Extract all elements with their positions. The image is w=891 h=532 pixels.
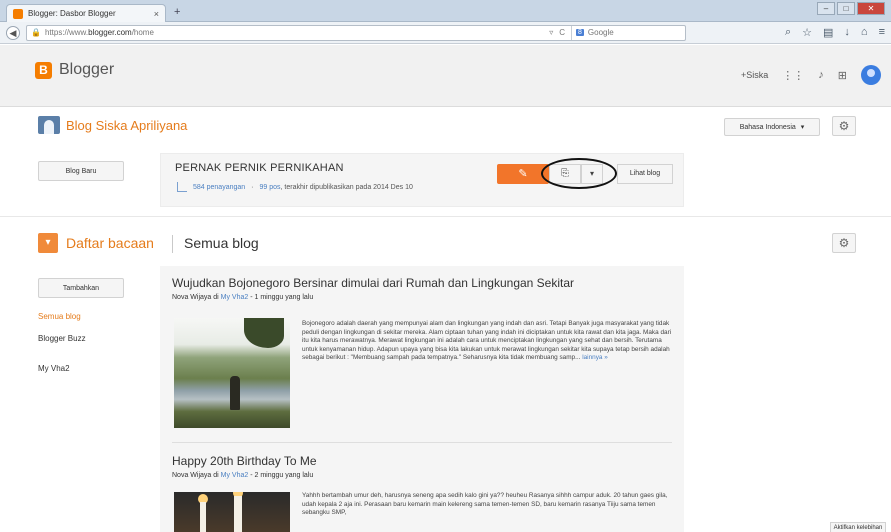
browser-nav-bar: ◀ 🔒 https://www.blogger.com/home ▿ C 8 G… — [0, 22, 891, 44]
blogger-header: B Blogger +Siska ⋮⋮ ♪ ⊞ — [0, 45, 891, 107]
footer-button[interactable]: Aktifkan kelebihan — [830, 522, 886, 532]
posts-link[interactable]: 99 pos — [260, 184, 281, 191]
post-excerpt-text: Bojonegoro adalah daerah yang mempunyai … — [302, 320, 672, 362]
browser-toolbar-icons: ⌕ ☆ ▤ ↓ ⌂ ≡ — [785, 26, 885, 39]
nav-item-my-vha2[interactable]: My Vha2 — [38, 364, 70, 373]
reading-list-header: ▾ Daftar bacaan Semua blog ⚙ — [0, 216, 891, 266]
post-meta-di: di — [211, 294, 221, 301]
reading-feed: Wujudkan Bojonegoro Bersinar dimulai dar… — [160, 266, 684, 532]
post-blog-link[interactable]: My Vha2 — [221, 472, 249, 479]
views-link[interactable]: 584 penayangan — [193, 184, 245, 191]
blog-title-text: Blog Siska Apriliyana — [66, 117, 188, 133]
post-time: - 2 minggu yang lalu — [248, 472, 314, 479]
thumbnail-person — [230, 376, 240, 410]
window-controls: – □ ✕ — [817, 2, 885, 15]
settings-gear-icon[interactable]: ⚙ — [832, 116, 856, 136]
reading-list-collapse-icon[interactable]: ▾ — [38, 233, 58, 253]
candle — [200, 502, 206, 532]
lock-icon: 🔒 — [31, 28, 41, 37]
reading-list-nav: Tambahkan Semua blog Blogger Buzz My Vha… — [0, 266, 160, 532]
post-meta: Nova Wijaya di My Vha2 - 1 minggu yang l… — [172, 294, 676, 301]
blogger-logo[interactable]: B Blogger — [35, 61, 114, 79]
browser-tab[interactable]: Blogger: Dasbor Blogger × — [6, 4, 166, 22]
post-blog-link[interactable]: My Vha2 — [221, 294, 249, 301]
share-icon[interactable]: ⊞ — [838, 69, 847, 82]
url-text: https://www.blogger.com/home — [44, 28, 154, 37]
post-excerpt: Yahhh bertambah umur deh, harusnya senen… — [302, 492, 676, 518]
reading-list-title[interactable]: Daftar bacaan — [66, 235, 154, 251]
tab-title: Blogger: Dasbor Blogger — [28, 9, 116, 18]
bookmark-star-icon[interactable]: ☆ — [802, 26, 812, 39]
stats-separator: · — [251, 183, 254, 191]
stats-chart-icon — [177, 182, 187, 192]
read-more-link[interactable]: lainnya » — [582, 354, 608, 361]
post-title[interactable]: Wujudkan Bojonegoro Bersinar dimulai dar… — [172, 276, 676, 290]
close-window-icon[interactable]: ✕ — [857, 2, 885, 15]
post-author: Nova Wijaya — [172, 472, 212, 479]
blog-stats: 584 penayangan · 99 pos, terakhir dipubl… — [177, 182, 413, 192]
apps-grid-icon[interactable]: ⋮⋮ — [782, 69, 804, 82]
bell-icon[interactable]: ♪ — [818, 69, 824, 81]
user-link[interactable]: +Siska — [741, 70, 768, 80]
candle — [234, 496, 242, 532]
avatar[interactable] — [861, 65, 881, 85]
new-tab-button[interactable]: + — [174, 6, 180, 18]
address-bar[interactable]: 🔒 https://www.blogger.com/home ▿ C 8 Goo… — [26, 24, 686, 41]
post-meta-di: di — [211, 472, 221, 479]
post-title[interactable]: Happy 20th Birthday To Me — [172, 454, 676, 468]
post-thumbnail[interactable] — [174, 318, 290, 428]
google-search-icon: 8 — [576, 29, 584, 36]
browser-tab-bar: Blogger: Dasbor Blogger × + – □ ✕ — [0, 0, 891, 22]
library-icon[interactable]: ▤ — [823, 26, 833, 39]
language-select[interactable]: Bahasa Indonesia ▾ — [724, 118, 820, 136]
blog-title[interactable]: Blog Siska Apriliyana — [38, 116, 187, 134]
post-author: Nova Wijaya — [172, 294, 212, 301]
back-arrow-icon[interactable]: ◀ — [6, 25, 20, 40]
home-icon[interactable]: ⌂ — [861, 26, 868, 39]
blog-name[interactable]: PERNAK PERNIK PERNIKAHAN — [175, 162, 344, 174]
download-icon[interactable]: ↓ — [844, 26, 850, 39]
minimize-icon[interactable]: – — [817, 2, 835, 15]
new-blog-button[interactable]: Blog Baru — [38, 161, 124, 181]
menu-icon[interactable]: ≡ — [879, 26, 885, 39]
chevron-down-icon: ▾ — [800, 124, 805, 131]
search-box[interactable]: 8 Google — [571, 25, 681, 40]
header-actions: +Siska ⋮⋮ ♪ ⊞ — [741, 65, 881, 85]
reading-list-gear-icon[interactable]: ⚙ — [832, 233, 856, 253]
profile-icon — [38, 116, 60, 134]
header-divider — [172, 235, 173, 253]
blogger-favicon-icon — [13, 8, 23, 19]
dropdown-icon[interactable]: ▿ — [549, 28, 553, 37]
post-excerpt-text: Yahhh bertambah umur deh, harusnya senen… — [302, 492, 668, 517]
post-divider — [172, 442, 672, 443]
post-excerpt: Bojonegoro adalah daerah yang mempunyai … — [302, 320, 676, 363]
tab-close-icon[interactable]: × — [154, 9, 159, 19]
blogger-logo-icon: B — [35, 61, 52, 79]
address-tools: ▿ C 8 Google — [549, 25, 681, 40]
blog-card-row: Blog Baru PERNAK PERNIK PERNIKAHAN 584 p… — [0, 145, 891, 215]
maximize-icon[interactable]: □ — [837, 2, 855, 15]
language-label: Bahasa Indonesia — [739, 123, 796, 131]
nav-item-blogger-buzz[interactable]: Blogger Buzz — [38, 334, 86, 343]
feed-post: Happy 20th Birthday To Me Nova Wijaya di… — [172, 454, 676, 532]
brand-name: Blogger — [59, 61, 115, 78]
find-icon[interactable]: ⌕ — [785, 26, 791, 39]
feed-post: Wujudkan Bojonegoro Bersinar dimulai dar… — [172, 276, 676, 428]
add-blog-button[interactable]: Tambahkan — [38, 278, 124, 298]
blog-title-row: Blog Siska Apriliyana Bahasa Indonesia ▾… — [0, 108, 891, 144]
reload-icon[interactable]: C — [559, 28, 565, 37]
post-time: - 1 minggu yang lalu — [248, 294, 314, 301]
view-blog-button[interactable]: Lihat blog — [617, 164, 673, 184]
published-text: , terakhir dipublikasikan pada 2014 Des … — [280, 183, 413, 191]
reading-list-filter: Semua blog — [184, 235, 259, 251]
search-placeholder: Google — [587, 28, 614, 37]
thumbnail-tree — [244, 318, 284, 348]
post-thumbnail[interactable] — [174, 492, 290, 532]
posts-info: 99 pos, terakhir dipublikasikan pada 201… — [260, 184, 413, 191]
nav-item-all-blogs[interactable]: Semua blog — [38, 312, 81, 321]
blog-card: PERNAK PERNIK PERNIKAHAN 584 penayangan … — [160, 153, 684, 207]
post-meta: Nova Wijaya di My Vha2 - 2 minggu yang l… — [172, 472, 676, 479]
highlight-circle — [541, 158, 617, 189]
